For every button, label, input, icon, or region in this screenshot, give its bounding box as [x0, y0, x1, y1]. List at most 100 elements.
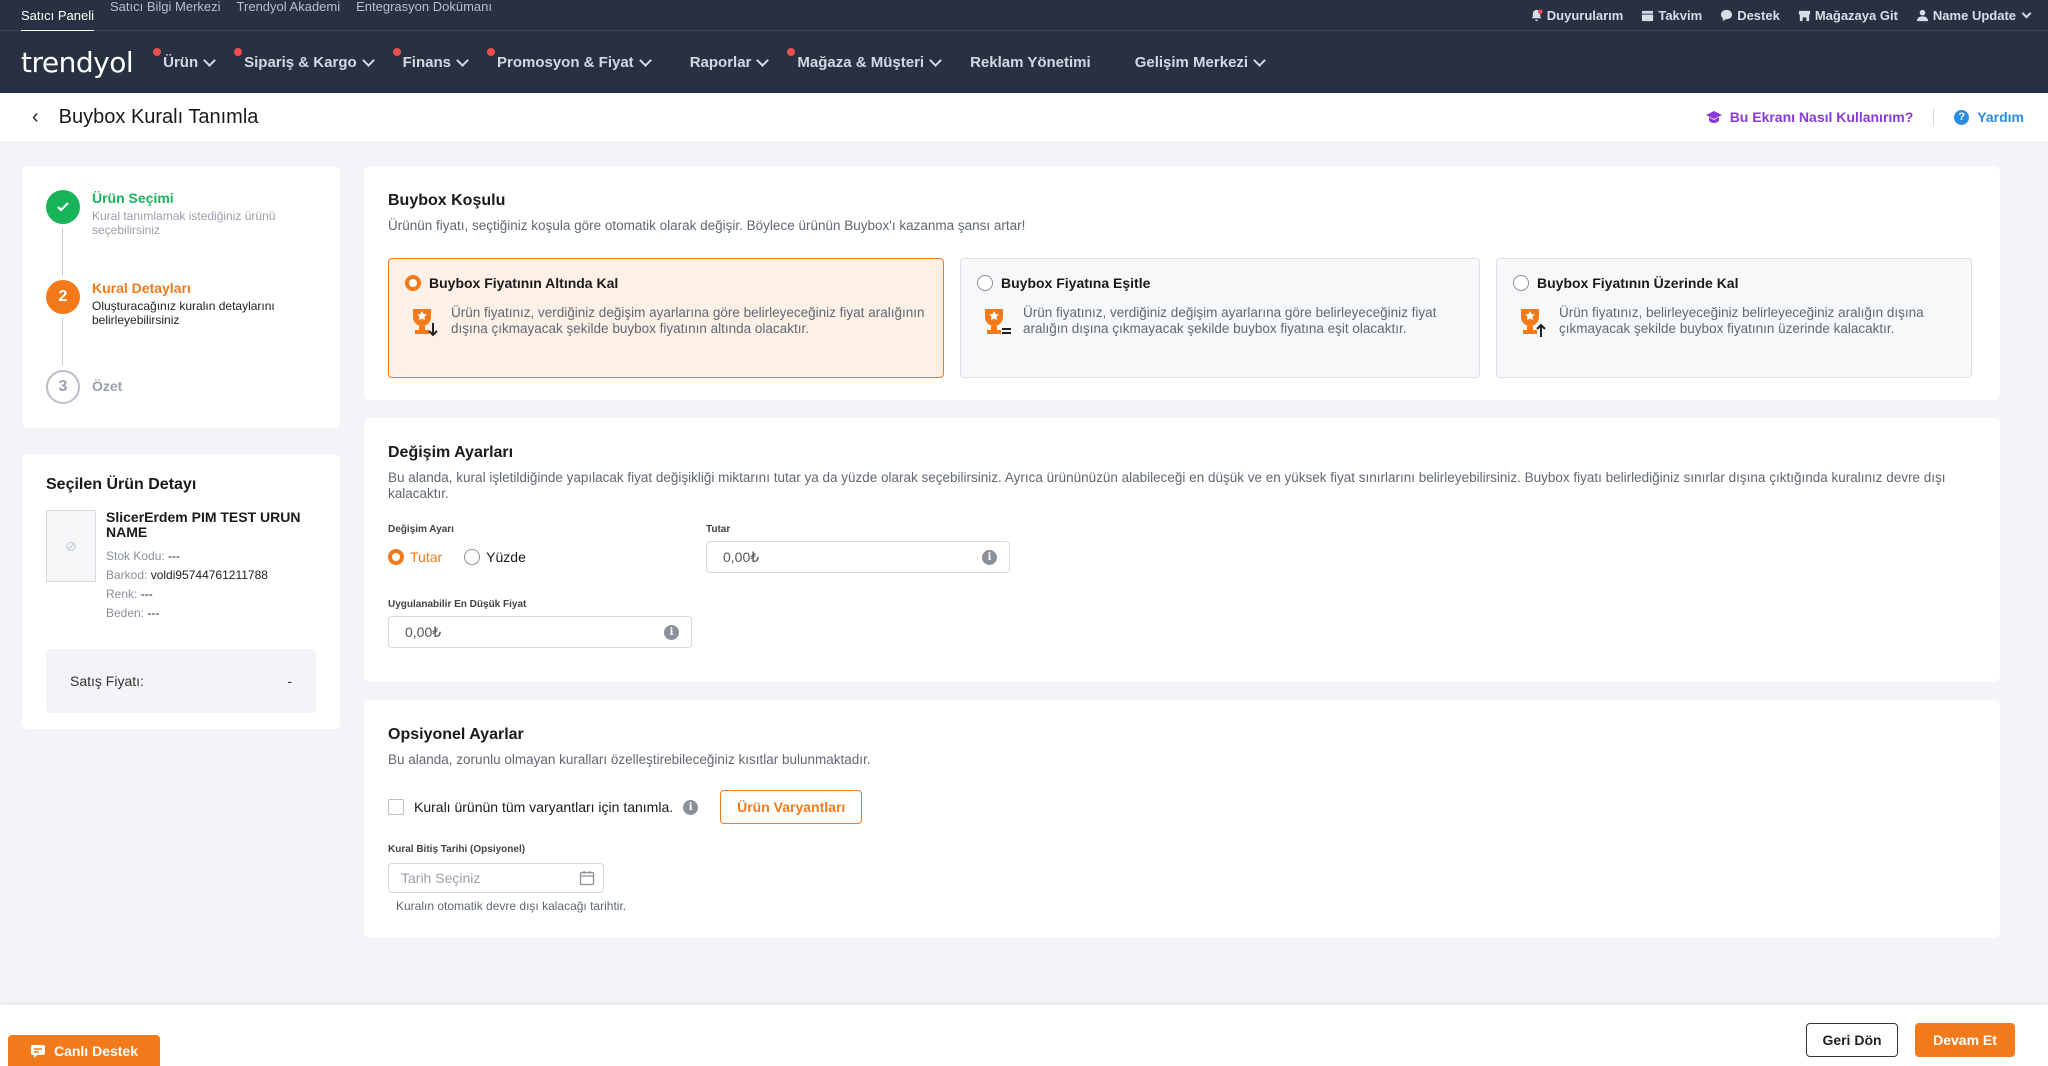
nav-label: Finans — [402, 53, 451, 71]
radio-button[interactable] — [464, 549, 481, 566]
trophy-up-icon — [1521, 309, 1546, 338]
chevron-down-icon — [756, 53, 770, 67]
nav-item-product[interactable]: Ürün — [151, 45, 216, 71]
min-price-input[interactable]: 0,00₺ i — [388, 616, 692, 649]
product-image-placeholder-icon: ⊘ — [46, 510, 96, 582]
nav-item-ads[interactable]: Reklam Yönetimi — [970, 54, 1091, 71]
radio-amount[interactable]: Tutar — [388, 549, 442, 566]
buybox-condition-card: Buybox Koşulu Ürünün fiyatı, seçtiğiniz … — [364, 166, 2000, 400]
top-link-info-center[interactable]: Satıcı Bilgi Merkezi — [110, 0, 221, 32]
section-title: Değişim Ayarları — [388, 444, 514, 461]
continue-button[interactable]: Devam Et — [1915, 1023, 2015, 1057]
option-equal-buybox[interactable]: Buybox Fiyatına Eşitle Ürün fiyatınız, v… — [960, 258, 1480, 379]
change-type-group: Değişim Ayarı Tutar Yüzde — [388, 524, 706, 573]
support-label: Destek — [1737, 7, 1780, 23]
change-settings-card: Değişim Ayarları Bu alanda, kural işleti… — [364, 418, 2000, 682]
nav-item-orders[interactable]: Sipariş & Kargo — [232, 45, 375, 71]
sale-price-label: Satış Fiyatı: — [70, 672, 144, 689]
nav-item-finance[interactable]: Finans — [390, 45, 469, 71]
radio-percent[interactable]: Yüzde — [464, 549, 526, 566]
info-icon[interactable]: i — [664, 624, 679, 640]
radio-button[interactable] — [388, 549, 404, 566]
product-variants-button[interactable]: Ürün Varyantları — [720, 790, 863, 825]
field-label: Kural Bitiş Tarihi (Opsiyonel) — [388, 844, 526, 856]
notification-dot — [785, 45, 798, 58]
radio-button[interactable] — [1513, 275, 1529, 292]
option-above-buybox[interactable]: Buybox Fiyatının Üzerinde Kal Ürün fiyat… — [1496, 258, 1972, 379]
calendar-label: Takvim — [1658, 7, 1703, 23]
amount-group: Tutar 0,00₺ i — [706, 524, 1010, 574]
stepper-card: Ürün Seçimi Kural tanımlamak istediğiniz… — [22, 166, 340, 428]
go-to-store-link[interactable]: Mağazaya Git — [1798, 8, 1898, 23]
help-link[interactable]: ? Yardım — [1954, 109, 2024, 125]
chevron-down-icon — [456, 53, 469, 67]
nav-label: Sipariş & Kargo — [244, 53, 357, 71]
top-link-seller-panel[interactable]: Satıcı Paneli — [21, 8, 94, 32]
section-title: Opsiyonel Ayarlar — [388, 726, 524, 743]
trophy-equal-icon — [985, 309, 1011, 335]
top-link-academy[interactable]: Trendyol Akademi — [237, 0, 341, 32]
stock-code-value: --- — [168, 548, 181, 563]
user-menu[interactable]: Name Update — [1916, 7, 2032, 23]
calendar-icon[interactable] — [579, 870, 595, 886]
nav-label: Ürün — [163, 53, 199, 71]
step-summary: 3 Özet — [46, 370, 316, 404]
top-link-integration-docs[interactable]: Entegrasyon Dokümanı — [356, 0, 492, 32]
go-back-button[interactable]: Geri Dön — [1806, 1023, 1898, 1057]
option-text: Ürün fiyatınız, belirleyeceğiniz belirle… — [1559, 305, 1924, 337]
radio-button[interactable] — [405, 275, 421, 292]
chevron-down-icon — [1253, 53, 1266, 67]
nav-label: Promosyon & Fiyat — [496, 53, 634, 71]
sale-price-value: - — [287, 672, 292, 689]
divider — [1933, 108, 1935, 126]
color-value: --- — [140, 586, 153, 601]
back-arrow-icon[interactable]: ‹ — [32, 106, 39, 129]
step-number: 3 — [46, 370, 80, 404]
nav-item-growth[interactable]: Gelişim Merkezi — [1134, 53, 1266, 71]
barcode-value: voldi95744761211788 — [150, 567, 268, 582]
info-icon[interactable]: i — [982, 549, 997, 565]
trendyol-logo[interactable]: trendyol — [21, 46, 134, 79]
field-label: Değişim Ayarı — [388, 524, 454, 536]
option-text: Ürün fiyatınız, verdiğiniz değişim ayarl… — [451, 305, 925, 337]
bell-icon — [1531, 8, 1543, 21]
notification-dot — [390, 45, 403, 58]
product-detail-heading: Seçilen Ürün Detayı — [46, 476, 197, 493]
nav-item-store-customer[interactable]: Mağaza & Müşteri — [785, 45, 942, 71]
question-icon: ? — [1954, 109, 1970, 125]
optional-settings-card: Opsiyonel Ayarlar Bu alanda, zorunlu olm… — [364, 700, 2000, 938]
option-title: Buybox Fiyatına Eşitle — [1001, 275, 1151, 292]
nav-item-promotion[interactable]: Promosyon & Fiyat — [484, 45, 652, 71]
announcements-link[interactable]: Duyurularım — [1530, 7, 1624, 23]
nav-label: Gelişim Merkezi — [1134, 53, 1249, 71]
live-support-button[interactable]: Canlı Destek — [8, 1035, 160, 1066]
end-date-input[interactable]: Tarih Seçiniz — [388, 863, 604, 894]
help-label: Yardım — [1977, 109, 2024, 125]
user-name: Name Update — [1932, 7, 2016, 23]
radio-button[interactable] — [977, 275, 993, 292]
amount-input[interactable]: 0,00₺ i — [706, 541, 1010, 574]
chevron-down-icon — [2021, 8, 2032, 18]
step-title: Ürün Seçimi — [92, 190, 174, 206]
notification-dot — [484, 45, 497, 58]
calendar-link[interactable]: Takvim — [1641, 8, 1702, 23]
nav-item-reports[interactable]: Raporlar — [690, 53, 770, 71]
radio-label: Yüzde — [486, 549, 526, 566]
step-title: Kural Detayları — [92, 280, 191, 296]
footer-bar: Geri Dön Devam Et — [0, 1005, 2048, 1066]
nav-label: Mağaza & Müşteri — [797, 53, 925, 71]
announcements-label: Duyurularım — [1546, 7, 1624, 23]
support-link[interactable]: Destek — [1720, 8, 1780, 23]
calendar-icon — [1642, 10, 1654, 21]
all-variants-checkbox[interactable] — [388, 799, 404, 816]
step-number: 2 — [46, 280, 80, 314]
chat-icon — [30, 1044, 45, 1058]
min-price-group: Uygulanabilir En Düşük Fiyat 0,00₺ i — [388, 599, 692, 649]
info-icon[interactable]: i — [683, 799, 699, 815]
how-to-use-link[interactable]: Bu Ekranı Nasıl Kullanırım? — [1705, 109, 1914, 125]
chevron-down-icon — [203, 53, 216, 67]
size-label: Beden: — [106, 605, 145, 620]
main-nav: trendyol Ürün Sipariş & Kargo Finans Pro… — [0, 31, 2048, 93]
how-to-use-label: Bu Ekranı Nasıl Kullanırım? — [1729, 109, 1914, 125]
option-below-buybox[interactable]: Buybox Fiyatının Altında Kal Ürün fiyatı… — [388, 258, 944, 379]
